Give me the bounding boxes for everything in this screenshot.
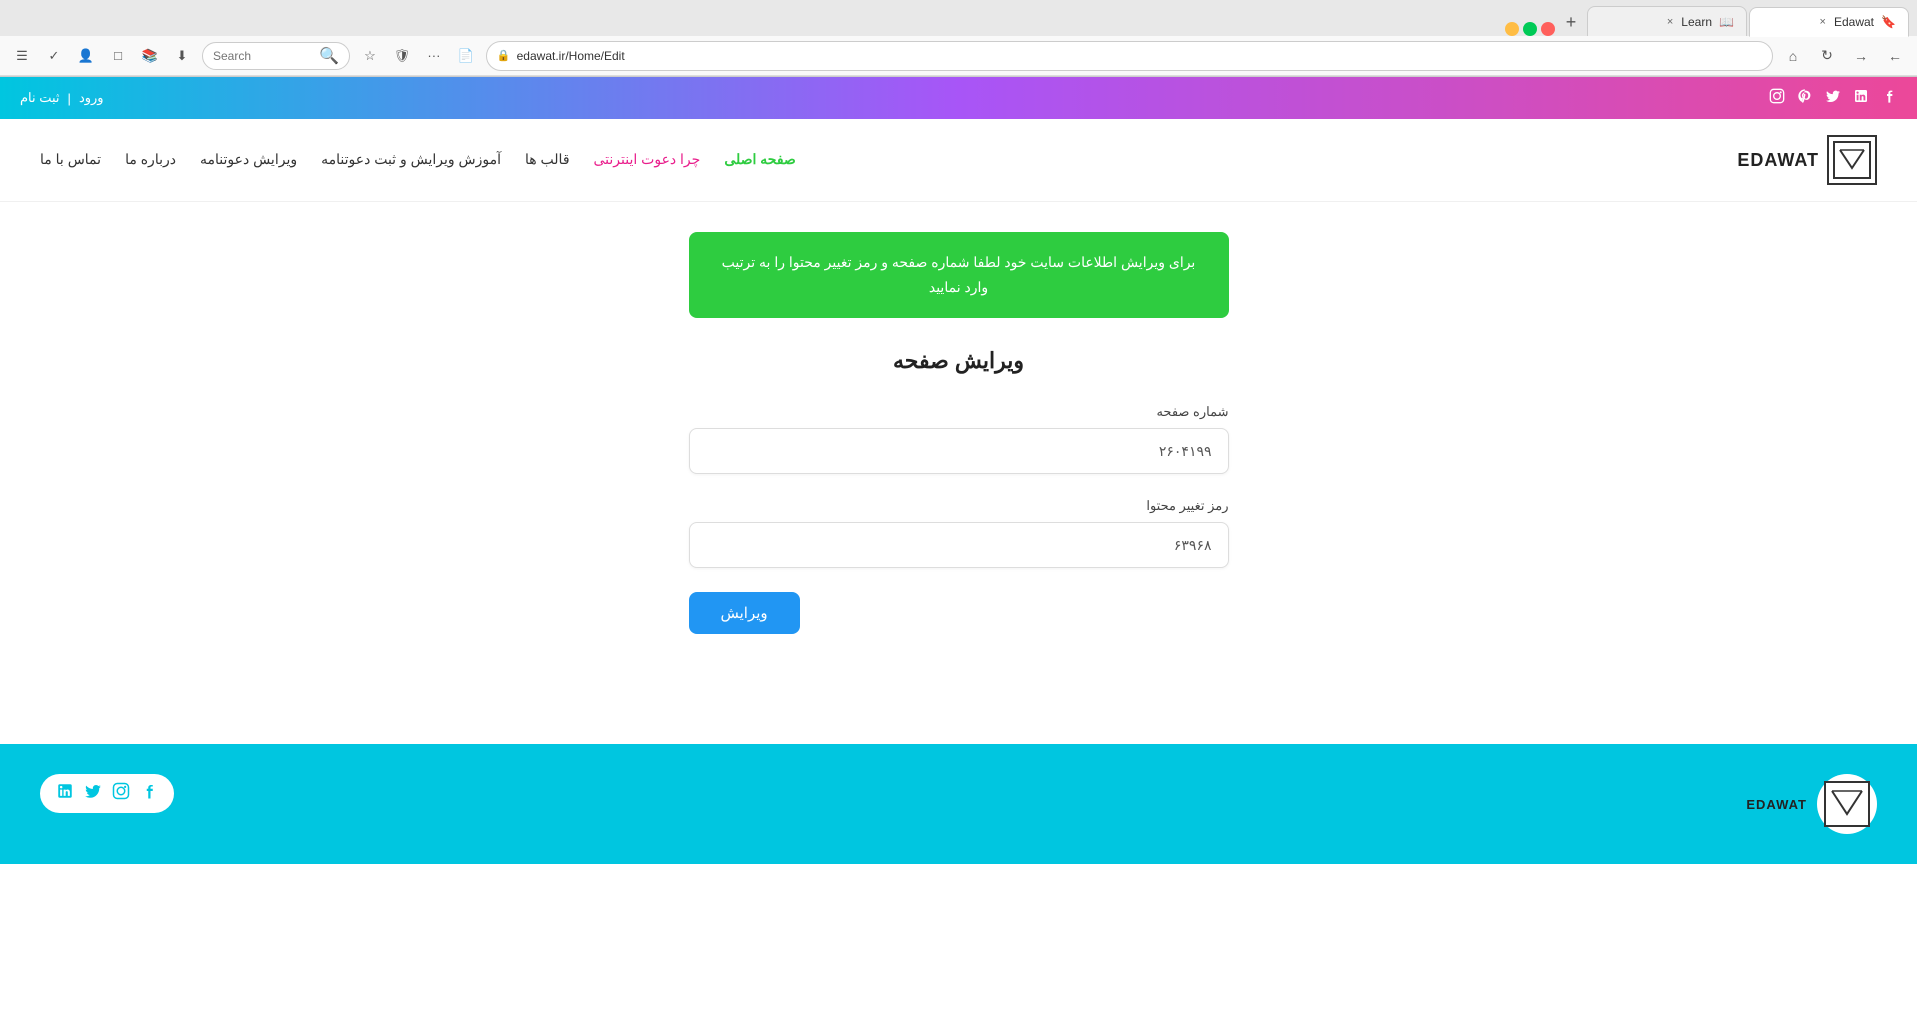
browser-search-input[interactable]	[213, 49, 313, 63]
social-icons-bar	[1769, 88, 1897, 108]
login-separator: |	[68, 91, 71, 106]
footer-twitter-icon[interactable]	[84, 782, 102, 805]
register-link[interactable]: ثبت نام	[20, 90, 60, 106]
submit-button[interactable]: ویرایش	[689, 592, 800, 634]
nav-item-edit[interactable]: ویرایش دعوتنامه	[200, 151, 297, 167]
page-number-label: شماره صفحه	[689, 404, 1229, 420]
browser-tab-row: 🔖 Edawat × 📖 Learn × +	[0, 0, 1917, 36]
download-icon[interactable]: ⬇	[168, 42, 196, 70]
tab-label-edawat: Edawat	[1834, 15, 1874, 29]
nav-item-about[interactable]: درباره ما	[125, 151, 176, 167]
sidebar-icon[interactable]: □	[104, 42, 132, 70]
facebook-icon[interactable]	[1881, 88, 1897, 108]
minimize-button[interactable]	[1505, 22, 1519, 36]
nav-item-templates[interactable]: قالب ها	[525, 151, 570, 167]
more-options-icon[interactable]: ···	[420, 42, 448, 70]
tab-close-learn[interactable]: ×	[1667, 16, 1673, 28]
site-footer: EDAWAT	[0, 744, 1917, 864]
nav-item-why[interactable]: چرا دعوت اینترنتی	[594, 151, 701, 167]
top-bar-login: ورود | ثبت نام	[20, 90, 104, 106]
close-button[interactable]	[1541, 22, 1555, 36]
form-actions: ویرایش	[689, 592, 1229, 634]
tab-favicon-edawat: 🔖	[1882, 15, 1896, 29]
form-group-page-number: شماره صفحه	[689, 404, 1229, 474]
logo-area: EDAWAT	[1737, 135, 1877, 185]
footer-instagram-icon[interactable]	[112, 782, 130, 805]
toolbar-right-icons: ⬇ 📚 □ 👤 ✓ ☰	[8, 42, 196, 70]
toolbar-icons: 📄 ··· 🛡 ☆	[356, 42, 480, 70]
info-box-text: برای ویرایش اطلاعات سایت خود لطفا شماره …	[722, 254, 1196, 295]
tab-favicon-learn: 📖	[1720, 15, 1734, 29]
window-controls	[1505, 22, 1555, 36]
browser-chrome: 🔖 Edawat × 📖 Learn × + ← → ↻ ⌂ 🔒 edawat.…	[0, 0, 1917, 77]
sync-icon[interactable]: ✓	[40, 42, 68, 70]
maximize-button[interactable]	[1523, 22, 1537, 36]
site-wrapper: ورود | ثبت نام EDAWAT صفحه اصلی چرا دعوت…	[0, 77, 1917, 864]
new-tab-button[interactable]: +	[1557, 8, 1585, 36]
address-bar[interactable]: 🔒 edawat.ir/Home/Edit	[486, 41, 1773, 71]
footer-linkedin-icon[interactable]	[56, 782, 74, 805]
footer-facebook-icon[interactable]	[140, 782, 158, 805]
browser-tab-learn[interactable]: 📖 Learn ×	[1587, 6, 1747, 36]
content-password-label: رمز تغییر محتوا	[689, 498, 1229, 514]
logo-box	[1827, 135, 1877, 185]
main-nav: صفحه اصلی چرا دعوت اینترنتی قالب ها آموز…	[40, 151, 796, 169]
page-number-input[interactable]	[689, 428, 1229, 474]
linkedin-icon[interactable]	[1853, 88, 1869, 108]
address-text: edawat.ir/Home/Edit	[517, 49, 625, 63]
info-box: برای ویرایش اطلاعات سایت خود لطفا شماره …	[689, 232, 1229, 318]
footer-logo-box	[1817, 774, 1877, 834]
logo-text: EDAWAT	[1737, 150, 1819, 171]
footer-logo-text: EDAWAT	[1746, 797, 1807, 812]
library-icon[interactable]: 📚	[136, 42, 164, 70]
twitter-icon[interactable]	[1825, 88, 1841, 108]
form-container: شماره صفحه رمز تغییر محتوا ویرایش	[689, 404, 1229, 634]
top-bar: ورود | ثبت نام	[0, 77, 1917, 119]
footer-social-icons	[40, 774, 174, 813]
form-group-password: رمز تغییر محتوا	[689, 498, 1229, 568]
tab-close-edawat[interactable]: ×	[1820, 16, 1826, 28]
main-content: برای ویرایش اطلاعات سایت خود لطفا شماره …	[0, 202, 1917, 664]
instagram-icon[interactable]	[1769, 88, 1785, 108]
content-password-input[interactable]	[689, 522, 1229, 568]
star-icon[interactable]: ☆	[356, 42, 384, 70]
back-button[interactable]: ←	[1881, 42, 1909, 70]
search-icon: 🔍	[319, 46, 339, 66]
refresh-button[interactable]: ↻	[1813, 42, 1841, 70]
browser-search-box[interactable]: 🔍	[202, 42, 350, 70]
pinterest-icon[interactable]	[1797, 88, 1813, 108]
bookmark-icon[interactable]: 📄	[452, 42, 480, 70]
tab-label-learn: Learn	[1681, 15, 1712, 29]
footer-content: EDAWAT	[40, 774, 1877, 834]
site-header: EDAWAT صفحه اصلی چرا دعوت اینترنتی قالب …	[0, 119, 1917, 202]
login-link[interactable]: ورود	[79, 90, 104, 106]
browser-toolbar: ← → ↻ ⌂ 🔒 edawat.ir/Home/Edit 📄 ··· 🛡 ☆ …	[0, 36, 1917, 76]
lock-icon: 🔒	[497, 49, 511, 62]
nav-item-learn[interactable]: آموزش ویرایش و ثبت دعوتنامه	[321, 151, 501, 167]
shield-icon[interactable]: 🛡	[388, 42, 416, 70]
home-button[interactable]: ⌂	[1779, 42, 1807, 70]
nav-item-home[interactable]: صفحه اصلی	[724, 151, 795, 167]
page-title: ویرایش صفحه	[40, 348, 1877, 374]
forward-button[interactable]: →	[1847, 42, 1875, 70]
profile-icon[interactable]: 👤	[72, 42, 100, 70]
nav-item-contact[interactable]: تماس با ما	[40, 151, 101, 167]
menu-icon[interactable]: ☰	[8, 42, 36, 70]
footer-logo-area: EDAWAT	[1746, 774, 1877, 834]
browser-tab-edawat[interactable]: 🔖 Edawat ×	[1749, 7, 1909, 37]
